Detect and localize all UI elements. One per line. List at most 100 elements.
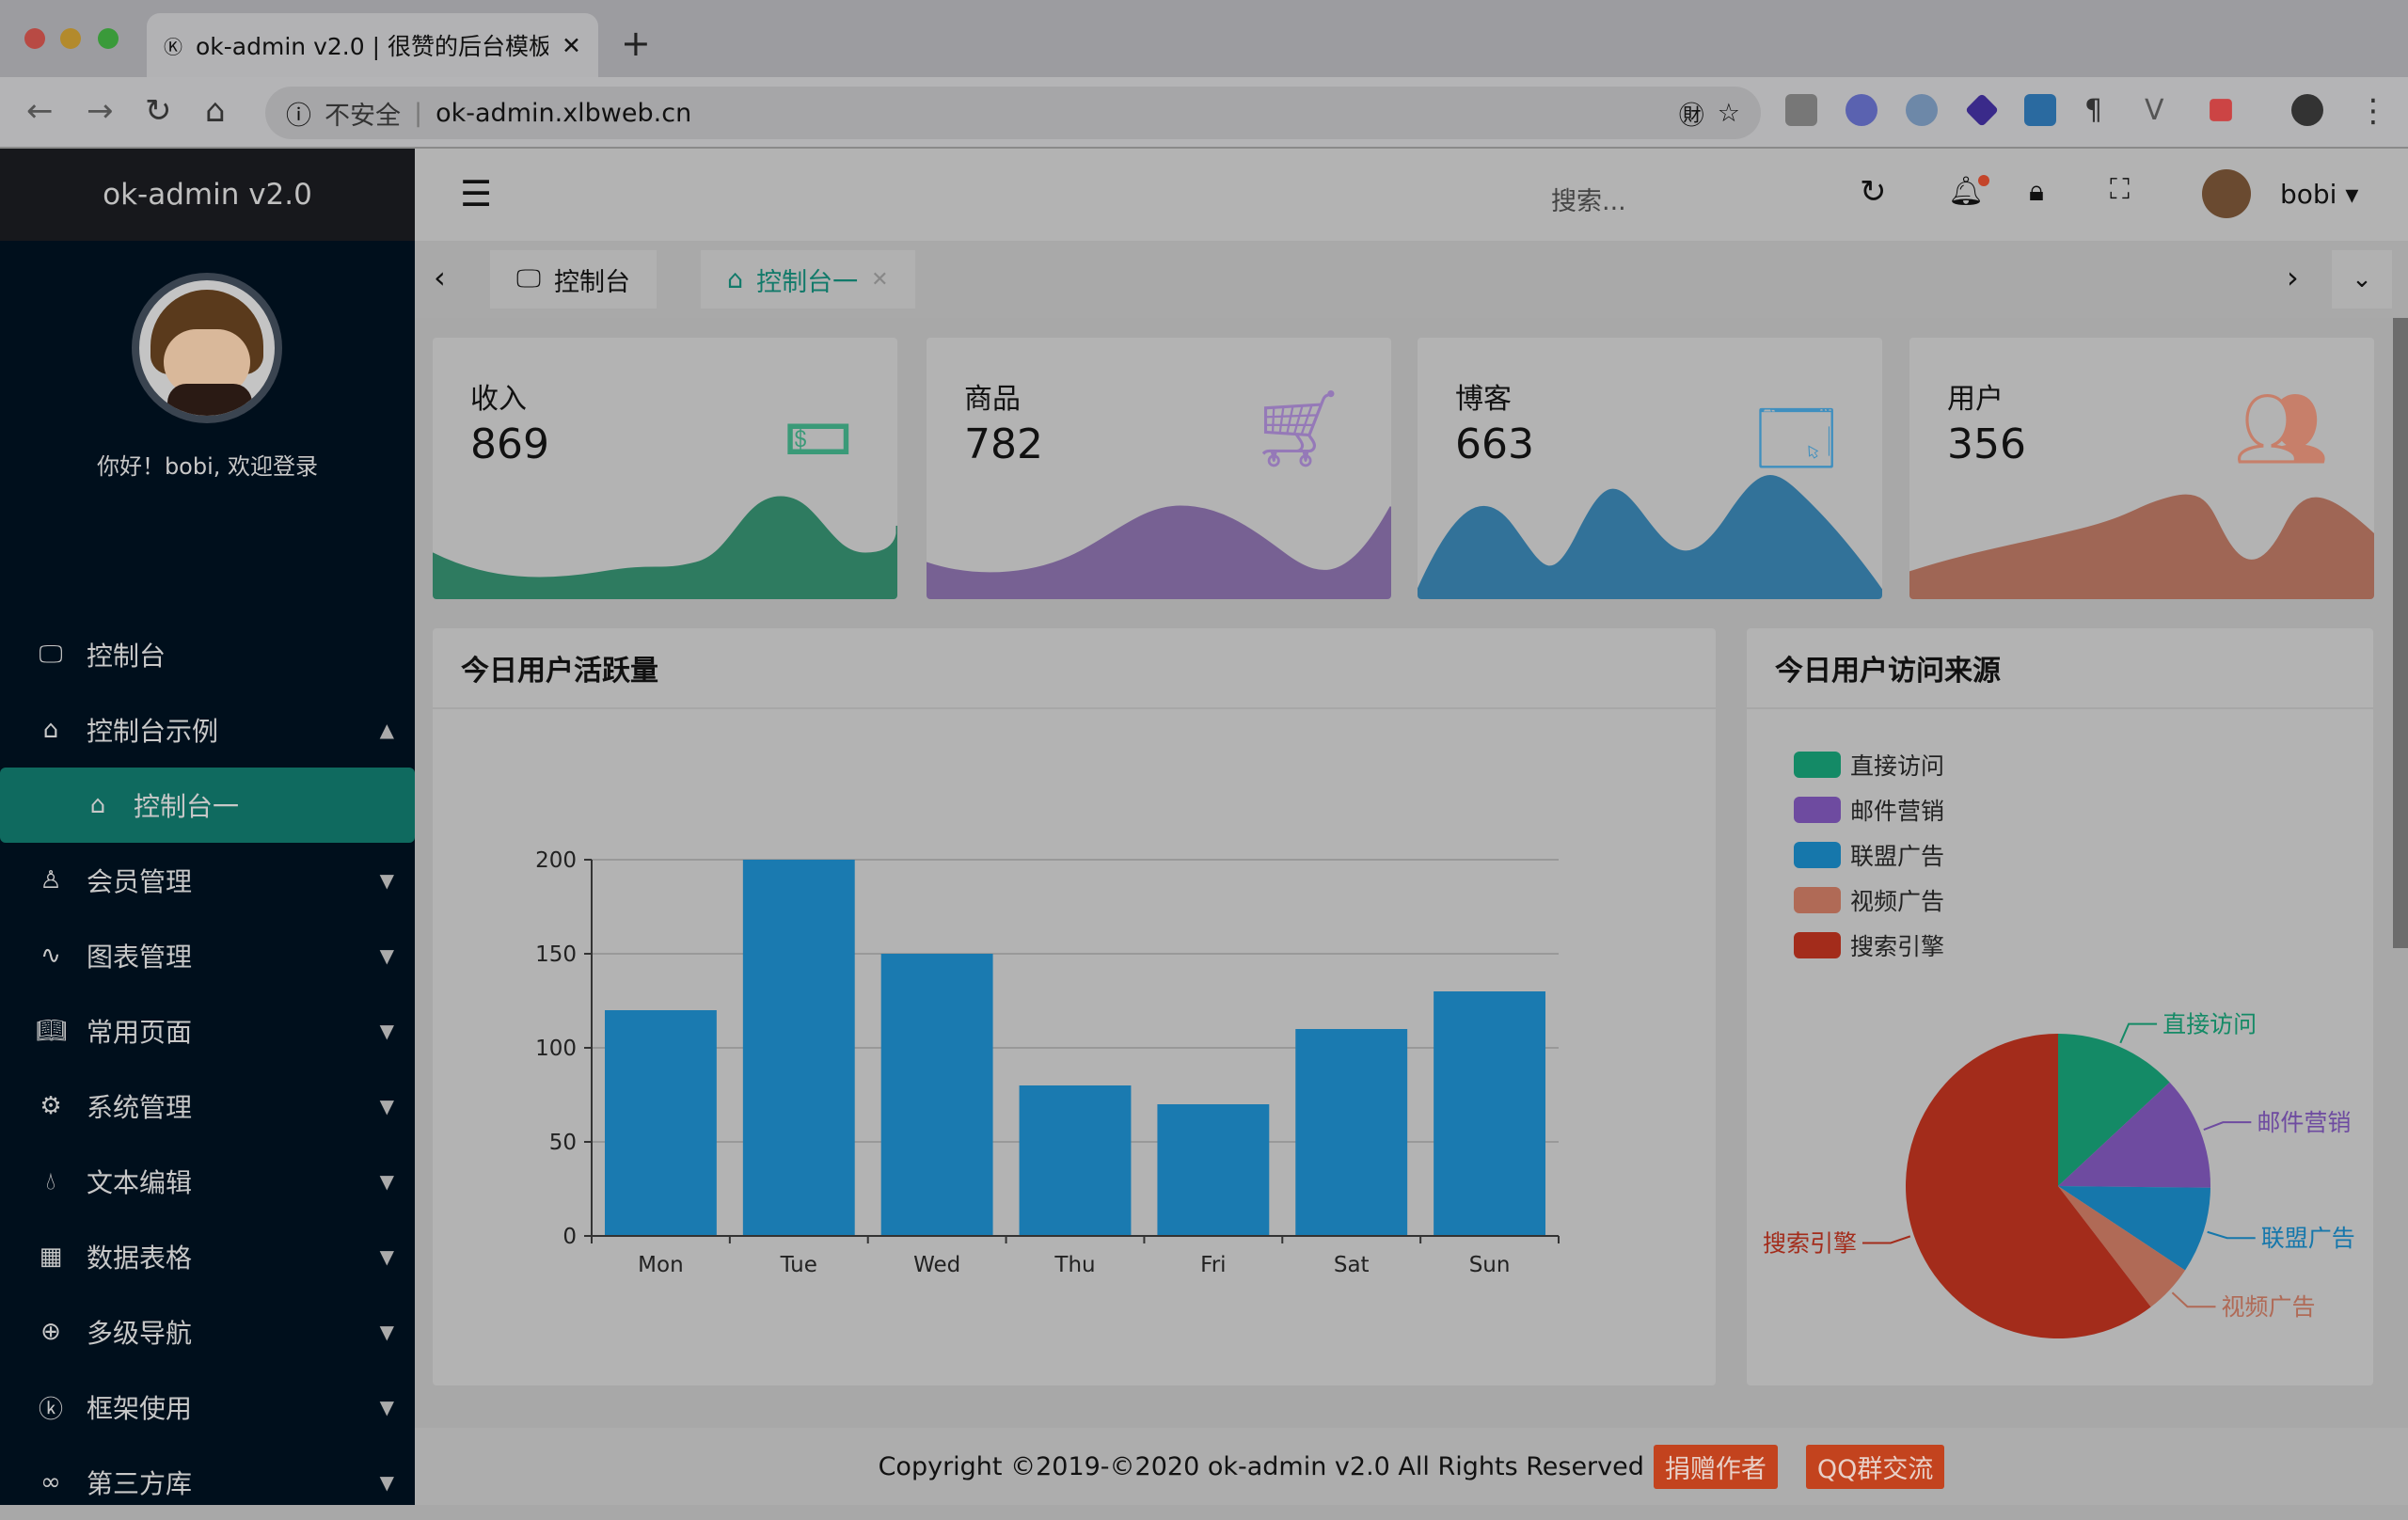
y-tick-label: 150: [535, 942, 577, 967]
user-avatar[interactable]: [2202, 169, 2251, 218]
forward-icon[interactable]: →: [87, 92, 114, 130]
browser-tab[interactable]: Ⓚ ok-admin v2.0 | 很赞的后台模板 ✕: [147, 13, 598, 77]
tabs-scroll-left-icon[interactable]: ‹: [434, 260, 446, 295]
caret-down-icon: ▼: [379, 1095, 394, 1117]
slice-label: 邮件营销: [2257, 1109, 2351, 1136]
sidebar-item[interactable]: 💧︎ 文本编辑 ▼: [0, 1144, 415, 1219]
tab-dashboard-one[interactable]: ⌂ 控制台一 ✕: [701, 250, 915, 309]
extension-icon[interactable]: [1964, 92, 2000, 128]
label-line: [2203, 1121, 2252, 1132]
extension-icon[interactable]: ¶: [2084, 94, 2116, 127]
menu-toggle-icon[interactable]: ☰: [460, 173, 492, 214]
sidebar-item[interactable]: ⌂ 控制台一: [0, 768, 415, 843]
legend-swatch: [1794, 752, 1841, 778]
close-tab-icon[interactable]: ✕: [871, 268, 888, 292]
extension-icon[interactable]: V: [2145, 94, 2177, 127]
tabs-dropdown-icon[interactable]: ⌄: [2332, 250, 2392, 309]
logo[interactable]: ok-admin v2.0: [0, 149, 415, 241]
qq-group-button[interactable]: QQ群交流: [1805, 1444, 1945, 1489]
maximize-window-button[interactable]: [98, 28, 119, 49]
caret-down-icon: ▼: [379, 1245, 394, 1268]
legend-label: 搜索引擎: [1850, 933, 1944, 960]
gear-icon: ⚙: [40, 1092, 62, 1120]
lock-icon[interactable]: 🔒︎: [2029, 175, 2044, 208]
profile-icon[interactable]: [2291, 94, 2323, 126]
tab-dashboard[interactable]: 🖵︎ 控制台: [490, 250, 657, 309]
bar: [1434, 991, 1545, 1236]
bar: [605, 1010, 717, 1236]
extension-icon[interactable]: [1846, 94, 1877, 126]
address-bar[interactable]: ⓘ 不安全 | ok-admin.xlbweb.cn ㊖ ☆: [265, 87, 1761, 139]
extension-icon[interactable]: [1785, 94, 1817, 126]
welcome-text: 你好！bobi, 欢迎登录: [96, 453, 319, 480]
page-tabs-bar: ‹ 🖵︎ 控制台 ⌂ 控制台一 ✕ › ⌄: [415, 241, 2408, 318]
bookmark-star-icon[interactable]: ☆: [1718, 99, 1740, 128]
reload-icon[interactable]: ↻: [145, 92, 172, 130]
legend-swatch: [1794, 932, 1841, 958]
sidebar-item[interactable]: ⊕ 多级导航 ▼: [0, 1294, 415, 1370]
home-icon: ⌂: [42, 716, 59, 744]
search-input[interactable]: 搜索...: [1551, 181, 1626, 217]
sidebar-item[interactable]: ⌂ 控制台示例 ▲: [0, 692, 415, 768]
y-tick-label: 0: [562, 1225, 577, 1249]
x-tick-label: Sun: [1469, 1253, 1511, 1277]
sidebar-item-label: 控制台示例: [87, 716, 219, 747]
label-line: [1861, 1235, 1911, 1244]
caret-up-icon: ▲: [379, 719, 394, 741]
user-menu[interactable]: bobi ▾: [2280, 179, 2358, 210]
sidebar-item[interactable]: ⚙ 系统管理 ▼: [0, 1069, 415, 1144]
back-icon[interactable]: ←: [26, 92, 54, 130]
donate-button[interactable]: 捐赠作者: [1653, 1444, 1778, 1489]
x-tick-label: Thu: [1054, 1253, 1095, 1277]
fullscreen-icon[interactable]: ⛶: [2110, 173, 2130, 206]
security-label: 不安全: [325, 101, 401, 131]
user-activity-panel: 今日用户活跃量 0 50 100 150 200 Mon Tue Wed Thu Fri Sat Su…: [433, 628, 1716, 1385]
avatar[interactable]: [132, 273, 282, 423]
book-icon: 📖︎: [36, 1017, 68, 1045]
close-tab-icon[interactable]: ✕: [562, 32, 581, 59]
close-window-button[interactable]: [24, 28, 45, 49]
caret-down-icon: ▼: [379, 1170, 394, 1193]
sidebar-item-label: 图表管理: [87, 942, 193, 973]
sidebar-item[interactable]: ♙ 会员管理 ▼: [0, 843, 415, 918]
caret-down-icon: ▼: [379, 1471, 394, 1494]
card-wave: [1418, 475, 1882, 599]
sidebar-item[interactable]: ∿ 图表管理 ▼: [0, 918, 415, 993]
sidebar-item[interactable]: ⓚ 框架使用 ▼: [0, 1370, 415, 1445]
sidebar-item[interactable]: ∞ 第三方库 ▼: [0, 1445, 415, 1520]
legend-label: 邮件营销: [1850, 798, 1944, 825]
traffic-source-panel: 今日用户访问来源 直接访问 邮件营销 联盟广告 视频广告 搜索引擎 直接访问 邮件营销 联盟广…: [1747, 628, 2373, 1385]
menu-icon[interactable]: ⋮: [2357, 92, 2389, 130]
translate-icon[interactable]: ㊖: [1679, 95, 1704, 132]
minimize-window-button[interactable]: [60, 28, 81, 49]
extension-icon[interactable]: [2210, 99, 2232, 121]
refresh-icon[interactable]: ↻: [1860, 173, 1887, 211]
legend-swatch: [1794, 797, 1841, 823]
extension-icon[interactable]: [2024, 94, 2056, 126]
sidebar-item[interactable]: 🖵︎ 控制台: [0, 617, 415, 692]
bar: [742, 860, 855, 1236]
legend-swatch: [1794, 842, 1841, 868]
caret-down-icon: ▼: [379, 944, 394, 967]
panel-title: 今日用户活跃量: [433, 628, 1716, 709]
stat-card: 用户 356 👥︎: [1909, 338, 2374, 599]
sidebar-item[interactable]: 📖︎ 常用页面 ▼: [0, 993, 415, 1069]
browser-tab-strip: Ⓚ ok-admin v2.0 | 很赞的后台模板 ✕ +: [0, 0, 2408, 77]
copyright-text: Copyright ©2019-©2020 ok-admin v2.0 All …: [878, 1451, 1644, 1481]
home-icon[interactable]: ⌂: [205, 92, 226, 130]
scrollbar[interactable]: [2393, 318, 2408, 948]
new-tab-button[interactable]: +: [621, 23, 651, 64]
caret-down-icon: ▼: [379, 1396, 394, 1418]
bar: [880, 954, 993, 1236]
top-header: ☰ 搜索... ↻ 🔔︎ 🔒︎ ⛶ bobi ▾: [415, 149, 2408, 241]
tabs-scroll-right-icon[interactable]: ›: [2287, 260, 2299, 295]
card-wave: [927, 505, 1391, 599]
stat-card: 博客 663 🗔: [1418, 338, 1882, 599]
slice-label: 直接访问: [2162, 1011, 2257, 1038]
sidebar-item[interactable]: ▦ 数据表格 ▼: [0, 1219, 415, 1294]
notification-bell-icon[interactable]: 🔔︎: [1948, 175, 1990, 208]
pie-chart: 直接访问邮件营销联盟广告视频广告搜索引擎直接访问邮件营销联盟广告视频广告搜索引擎: [1763, 752, 2355, 1338]
label-line: [2119, 1022, 2158, 1044]
extension-icon[interactable]: [1906, 94, 1938, 126]
legend-label: 视频广告: [1850, 888, 1944, 915]
